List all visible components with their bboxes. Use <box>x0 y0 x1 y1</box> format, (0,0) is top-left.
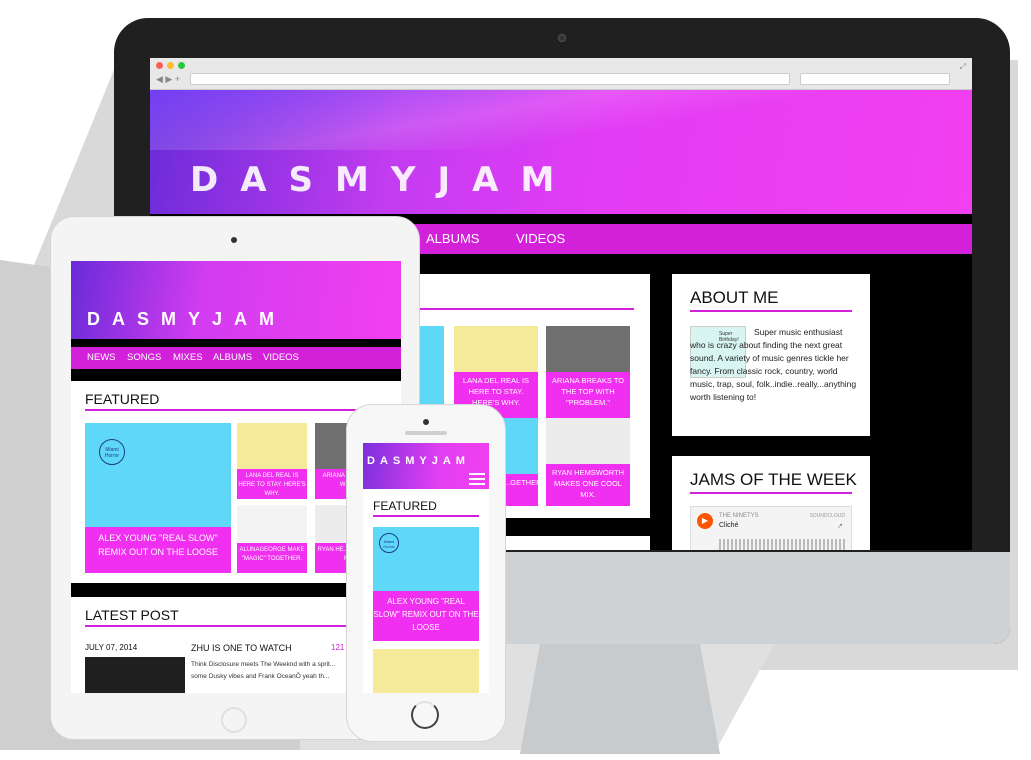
divider <box>71 339 401 347</box>
latest-post-title: LATEST POST <box>85 607 179 623</box>
featured-title: FEATURED <box>85 391 160 407</box>
soundcloud-logo: SOUNDCLOUD <box>809 513 845 519</box>
post-title[interactable]: ZHU IS ONE TO WATCH <box>191 643 292 653</box>
home-button[interactable] <box>221 707 247 733</box>
post-date: JULY 07, 2014 <box>85 643 138 652</box>
tile-caption[interactable]: ARIANA BREAKS TO THE TOP WITH "PROBLEM." <box>546 372 630 418</box>
featured-caption[interactable]: ALEX YOUNG "REAL SLOW" REMIX OUT ON THE … <box>373 591 479 641</box>
play-icon[interactable]: ▶ <box>697 513 713 529</box>
imac-stand <box>520 644 720 754</box>
iphone-device: DASMYJAM FEATURED Miami Horror ALEX YOUN… <box>346 404 506 742</box>
phone-header-banner: DASMYJAM <box>363 443 489 489</box>
track-title: Cliché <box>719 522 739 529</box>
featured-title: FEATURED <box>373 499 437 513</box>
tablet-nav: NEWS SONGS MIXES ALBUMS VIDEOS <box>71 347 401 369</box>
tile-image-ariana[interactable] <box>546 326 630 372</box>
address-bar[interactable] <box>190 73 790 85</box>
tablet-logo[interactable]: DASMYJAM <box>87 309 286 330</box>
search-input[interactable] <box>800 73 950 85</box>
tile-image-lana[interactable] <box>454 326 538 372</box>
about-me-text: Super music enthusiast who is crazy abou… <box>690 327 857 402</box>
camera-icon <box>231 237 237 243</box>
tile-image-alunageorge[interactable] <box>237 505 307 543</box>
window-controls <box>156 62 185 69</box>
speaker-grille <box>405 431 447 435</box>
camera-icon <box>558 34 566 42</box>
share-icon[interactable]: ↗ <box>837 522 843 530</box>
tile-caption[interactable]: ...GETHER. <box>504 474 544 506</box>
panel-rule <box>85 625 385 627</box>
tile-caption[interactable]: LANA DEL REAL IS HERE TO STAY. HERE'S WH… <box>237 469 307 499</box>
featured-image[interactable]: Miami Horror <box>373 527 479 591</box>
miami-horror-badge: Miami Horror <box>379 533 399 553</box>
site-logo[interactable]: DASMYJAM <box>190 160 576 200</box>
jams-title: JAMS OF THE WEEK <box>690 470 857 489</box>
minimize-icon[interactable] <box>167 62 174 69</box>
track-artist: THE NINETYS <box>719 513 759 519</box>
soundcloud-player[interactable]: ▶ THE NINETYS Cliché SOUNDCLOUD ↗ <box>690 506 852 550</box>
camera-icon <box>423 419 429 425</box>
phone-screen: DASMYJAM FEATURED Miami Horror ALEX YOUN… <box>363 443 489 693</box>
panel-rule <box>420 308 634 310</box>
about-me-title: ABOUT ME <box>690 288 779 307</box>
tablet-header-banner: DASMYJAM <box>71 261 401 339</box>
jams-panel: JAMS OF THE WEEK ▶ THE NINETYS Cliché SO… <box>672 456 870 550</box>
nav-songs[interactable]: SONGS <box>127 352 161 363</box>
tile-image-lana[interactable] <box>373 649 479 693</box>
browser-toolbar: ◀ ▶ + ⤢ <box>150 58 972 90</box>
tile-image[interactable] <box>504 418 538 474</box>
tile-image-lana[interactable] <box>237 423 307 469</box>
miami-horror-badge: Miami Horror <box>99 439 125 465</box>
tile-caption[interactable]: RYAN HEMSWORTH MAKES ONE COOL MIX. <box>546 464 630 506</box>
site-header-banner: DASMYJAM <box>150 90 972 214</box>
nav-mixes[interactable]: MIXES <box>173 352 203 363</box>
home-button[interactable] <box>411 701 439 729</box>
tile-image-ryan[interactable] <box>546 418 630 464</box>
post-excerpt-line2: some Dusky vibes and Frank OceanÔ yeah t… <box>191 673 330 680</box>
back-forward-icons[interactable]: ◀ ▶ + <box>156 74 180 85</box>
nav-videos[interactable]: VIDEOS <box>516 231 565 246</box>
nav-news[interactable]: NEWS <box>87 352 116 363</box>
divider <box>71 369 401 381</box>
post-thumbnail[interactable] <box>85 657 185 693</box>
post-excerpt-line1: Think Disclosure meets The Weeknd with a… <box>191 661 336 668</box>
phone-logo[interactable]: DASMYJAM <box>367 455 470 467</box>
panel-rule <box>373 515 479 517</box>
panel-rule <box>85 409 385 411</box>
nav-videos[interactable]: VIDEOS <box>263 352 299 363</box>
panel-rule <box>690 310 852 312</box>
featured-big-caption[interactable]: ALEX YOUNG "REAL SLOW" REMIX OUT ON THE … <box>85 527 231 573</box>
nav-albums[interactable]: ALBUMS <box>213 352 252 363</box>
nav-albums[interactable]: ALBUMS <box>426 231 479 246</box>
tile-caption[interactable]: ALUNAGEORGE MAKE "MAGIC" TOGETHER. <box>237 543 307 573</box>
waveform[interactable] <box>719 539 845 550</box>
menu-icon[interactable] <box>469 473 485 485</box>
panel-rule <box>690 492 852 494</box>
about-me-panel: ABOUT ME Super Birthday! Super music ent… <box>672 274 870 436</box>
featured-big-image[interactable]: Miami Horror <box>85 423 231 527</box>
close-icon[interactable] <box>156 62 163 69</box>
maximize-icon[interactable] <box>178 62 185 69</box>
fullscreen-icon[interactable]: ⤢ <box>960 62 966 72</box>
